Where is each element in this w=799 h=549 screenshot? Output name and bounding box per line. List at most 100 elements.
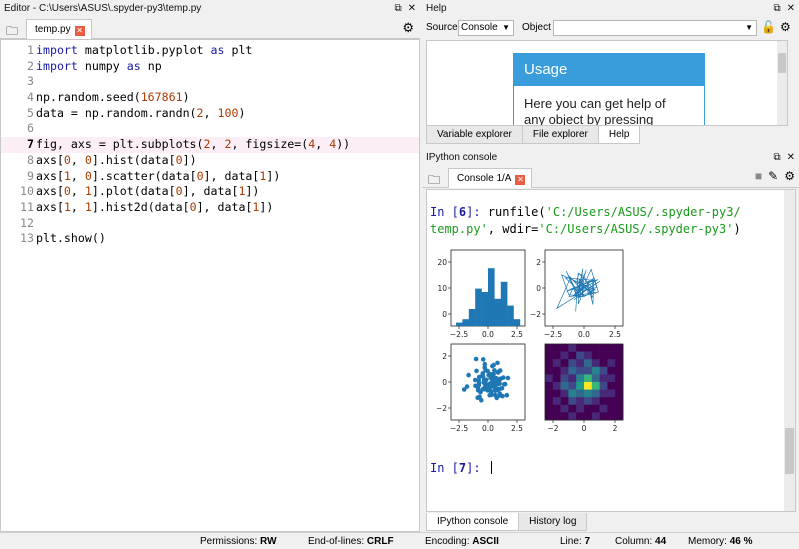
x-tick-label: −2.5 bbox=[450, 424, 468, 433]
tab-console-1a[interactable]: Console 1/A ✕ bbox=[448, 168, 533, 188]
stop-icon[interactable]: ■ bbox=[755, 169, 762, 183]
code-editor[interactable]: 1 import matplotlib.pyplot as plt 2 import … bbox=[0, 39, 420, 532]
scatter-point bbox=[497, 381, 502, 386]
line-number: 2 bbox=[27, 58, 34, 73]
hist-bar bbox=[462, 319, 469, 326]
scatter-point bbox=[480, 386, 486, 392]
x-tick-label: 0.0 bbox=[578, 330, 590, 339]
code-line[interactable]: 9 axs[1, 0].scatter(data[0], data[1]) bbox=[1, 169, 419, 185]
console-scrollbar[interactable] bbox=[784, 190, 795, 511]
x-tick-label: −2 bbox=[547, 424, 558, 433]
status-value: CRLF bbox=[366, 536, 394, 547]
hist2d-cell bbox=[545, 404, 554, 413]
tab-temp-py[interactable]: temp.py ✕ bbox=[26, 19, 92, 39]
code-line[interactable]: 1 import matplotlib.pyplot as plt bbox=[1, 43, 419, 59]
code-token: 100 bbox=[217, 105, 239, 120]
undock-icon[interactable]: ⧉ bbox=[394, 3, 401, 14]
code-line[interactable]: 8 axs[0, 0].hist(data[0]) bbox=[1, 153, 419, 169]
line-number: 3 bbox=[27, 74, 34, 89]
source-select[interactable]: Console ▼ bbox=[458, 20, 514, 36]
hist2d-cell bbox=[545, 366, 554, 375]
usage-card: Usage Here you can get help of any objec… bbox=[513, 53, 705, 125]
code-token: ) bbox=[182, 90, 190, 105]
hist2d-cell bbox=[607, 382, 616, 390]
hist2d-cell bbox=[560, 389, 569, 398]
tab-history-log[interactable]: History log bbox=[518, 513, 588, 531]
scrollbar-thumb[interactable] bbox=[785, 428, 794, 474]
code-token: 1 bbox=[84, 184, 92, 199]
scatter-point bbox=[487, 392, 492, 398]
code-line[interactable]: 6 bbox=[1, 121, 419, 137]
line-number: 10 bbox=[20, 184, 34, 199]
code-line[interactable]: 11 axs[1, 1].hist2d(data[0], data[1]) bbox=[1, 200, 419, 216]
hist2d-cell bbox=[607, 397, 616, 406]
console-output[interactable]: In [6]: runfile('C:/Users/ASUS/.spyder-p… bbox=[426, 189, 796, 512]
console-titlebar: IPython console ⧉ ✕ bbox=[422, 149, 799, 166]
status-label: Encoding: bbox=[425, 536, 470, 547]
help-pane: Help ⧉ ✕ Source Console ▼ Object ▼ 🔓 ⚙ Usa… bbox=[422, 0, 799, 148]
hist2d-cell bbox=[584, 359, 593, 368]
x-tick-label: 0.0 bbox=[482, 330, 494, 339]
hist2d-cell bbox=[591, 366, 600, 375]
usage-title: Usage bbox=[514, 54, 704, 86]
code-line[interactable]: 13 plt.show() bbox=[1, 231, 419, 247]
gear-icon[interactable]: ⚙ bbox=[780, 20, 791, 34]
command-text: , wdir= bbox=[487, 222, 539, 236]
code-line[interactable]: 7 fig, axs = plt.subplots(2, 2, figsize=(… bbox=[1, 137, 419, 153]
undock-icon[interactable]: ⧉ bbox=[773, 3, 780, 14]
close-icon[interactable]: ✕ bbox=[787, 3, 795, 14]
code-line[interactable]: 10 axs[0, 1].plot(data[0], data[1]) bbox=[1, 184, 419, 200]
hist2d-cell bbox=[568, 359, 577, 368]
hist2d-cell bbox=[545, 397, 554, 406]
hist2d-cell bbox=[552, 359, 561, 368]
hist2d-cell bbox=[568, 412, 577, 421]
code-token: plt.show() bbox=[36, 231, 106, 246]
command-string: 'C:/Users/ASUS/.spyder-py3/ bbox=[545, 205, 741, 219]
object-combobox[interactable]: ▼ bbox=[553, 20, 757, 36]
code-line[interactable]: 5 data = np.random.randn(2, 100) bbox=[1, 106, 419, 122]
hist-bar bbox=[513, 319, 521, 326]
code-line[interactable]: 4 np.random.seed(167861) bbox=[1, 90, 419, 106]
console-title: IPython console bbox=[426, 152, 498, 163]
line-number: 12 bbox=[20, 215, 34, 230]
hist2d-cell bbox=[615, 397, 624, 406]
y-tick-label: 2 bbox=[536, 258, 541, 267]
hist-subplot: 20 10 0 −2.5 0.0 2.5 bbox=[437, 249, 526, 339]
undock-icon[interactable]: ⧉ bbox=[773, 152, 780, 163]
help-scrollbar[interactable] bbox=[777, 41, 787, 125]
scrollbar-thumb[interactable] bbox=[778, 53, 786, 73]
tab-help[interactable]: Help bbox=[597, 126, 641, 144]
x-tick-label: 2.5 bbox=[511, 424, 523, 433]
close-icon[interactable]: ✕ bbox=[408, 3, 416, 14]
code-token: 2 bbox=[203, 137, 211, 152]
scatter-point bbox=[487, 387, 492, 392]
code-token: 0 bbox=[196, 168, 204, 183]
y-tick-label: −2 bbox=[436, 404, 447, 413]
close-icon[interactable]: ✕ bbox=[787, 152, 795, 163]
hist2d-cell bbox=[568, 389, 577, 398]
tab-file-explorer[interactable]: File explorer bbox=[521, 126, 599, 144]
hist2d-cell bbox=[607, 374, 616, 383]
close-tab-icon[interactable]: ✕ bbox=[515, 175, 526, 185]
tab-ipython-console[interactable]: IPython console bbox=[426, 513, 520, 531]
code-token: 0 bbox=[175, 184, 183, 199]
hist2d-cell bbox=[568, 374, 577, 383]
scatter-point bbox=[474, 368, 479, 374]
hist-bar bbox=[507, 305, 514, 326]
eraser-icon[interactable]: ✎ bbox=[768, 169, 778, 183]
hist-bar bbox=[456, 322, 463, 326]
hist-bar bbox=[475, 288, 482, 326]
line-number: 1 bbox=[27, 43, 34, 57]
status-label: Memory: bbox=[688, 536, 727, 547]
close-tab-icon[interactable]: ✕ bbox=[74, 26, 85, 36]
gear-icon[interactable]: ⚙ bbox=[402, 20, 414, 36]
code-line[interactable]: 3 bbox=[1, 74, 419, 90]
x-tick-label: −2.5 bbox=[450, 330, 468, 339]
code-line[interactable]: 2 import numpy as np bbox=[1, 59, 419, 75]
code-line[interactable]: 12 bbox=[1, 216, 419, 232]
gear-icon[interactable]: ⚙ bbox=[784, 169, 795, 183]
tab-variable-explorer[interactable]: Variable explorer bbox=[426, 126, 523, 144]
code-token: 0 bbox=[189, 199, 197, 214]
prompt-text: In [ bbox=[430, 461, 459, 475]
lock-icon[interactable]: 🔓 bbox=[761, 20, 776, 34]
